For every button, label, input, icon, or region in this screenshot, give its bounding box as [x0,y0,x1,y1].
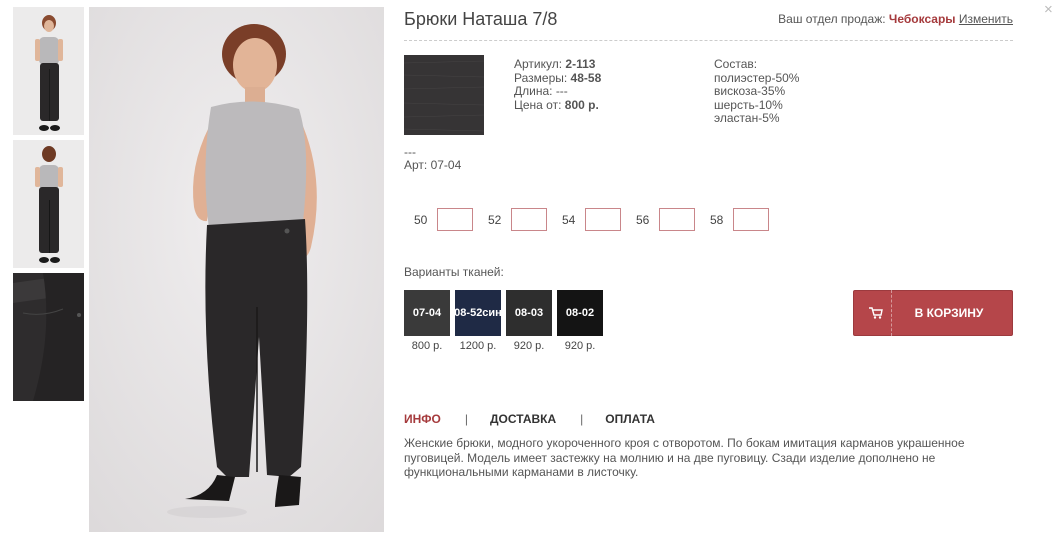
size-quantity-row: 50 52 54 56 58 [404,208,774,231]
composition-line: шерсть-10% [714,97,783,112]
product-title: Брюки Наташа 7/8 [404,9,558,29]
fabric-detail-image [13,273,84,401]
product-description: Женские брюки, модного укороченного кроя… [404,436,965,479]
composition-line: эластан-5% [714,111,780,125]
tab-separator: | [464,412,468,426]
size-label: 58 [710,212,724,227]
size-item: 56 [626,208,700,231]
size-label: 54 [562,212,576,227]
info-tabs: ИНФО | ДОСТАВКА | ОПЛАТА [404,412,655,426]
fabric-variant-swatch[interactable]: 08-52син [455,290,501,336]
selected-fabric-info: --- Арт: 07-04 [404,146,461,172]
fabric-variant[interactable]: 08-52син 1200 р. [455,290,501,352]
size-label: 50 [414,212,428,227]
tab-delivery[interactable]: ДОСТАВКА [490,412,556,426]
tab-separator: | [580,412,584,426]
composition-label: Состав: [714,57,758,71]
spec-length: Длина: --- [514,84,568,98]
fabric-variant-price: 920 р. [564,340,596,352]
size-item: 50 [404,208,478,231]
size-quantity-input[interactable] [659,208,695,231]
tab-payment[interactable]: ОПЛАТА [605,412,655,426]
fabric-variant-price: 1200 р. [459,340,497,352]
composition-line: вискоза-35% [714,84,786,98]
close-icon[interactable]: × [1044,2,1060,18]
fabric-variant-price: 800 р. [411,340,443,352]
thumbnail-back[interactable] [13,140,84,268]
selected-fabric-art: Арт: 07-04 [404,158,462,172]
cart-icon [860,290,892,336]
model-main-image [89,7,384,532]
fabric-variant-swatch[interactable]: 08-02 [557,290,603,336]
tab-info[interactable]: ИНФО [404,412,441,426]
size-quantity-input[interactable] [733,208,769,231]
spec-article: Артикул: 2-113 [514,57,596,71]
model-front-image [13,7,84,135]
header-divider [404,40,1013,41]
region-city: Чебоксары [888,12,956,26]
fabric-variant[interactable]: 08-02 920 р. [557,290,603,352]
spec-sizes: Размеры: 48-58 [514,70,602,85]
add-to-cart-button[interactable]: В КОРЗИНУ [853,290,1013,336]
fabric-variant-swatch[interactable]: 08-03 [506,290,552,336]
fabric-variants-title: Варианты тканей: [404,265,504,279]
sales-region: Ваш отдел продаж: Чебоксары Изменить [778,12,1013,26]
add-to-cart-label: В КОРЗИНУ [914,306,984,320]
fabric-variant[interactable]: 07-04 800 р. [404,290,450,352]
model-back-image [13,140,84,268]
size-quantity-input[interactable] [511,208,547,231]
product-specs: Артикул: 2-113 Размеры: 48-58 Длина: ---… [514,57,602,112]
size-item: 58 [700,208,774,231]
size-quantity-input[interactable] [437,208,473,231]
fabric-variant-price: 920 р. [513,340,545,352]
thumbnail-detail[interactable] [13,273,84,401]
composition-line: полиэстер-50% [714,70,800,85]
fabric-texture-image [404,55,484,135]
fabric-swatch [404,55,484,135]
fabric-variant[interactable]: 08-03 920 р. [506,290,552,352]
composition: Состав: полиэстер-50% вискоза-35% шерсть… [714,57,800,126]
fabric-variant-swatch[interactable]: 07-04 [404,290,450,336]
main-product-photo [89,7,384,532]
spec-price: Цена от: 800 р. [514,97,599,112]
size-label: 52 [488,212,502,227]
thumbnail-front[interactable] [13,7,84,135]
region-label: Ваш отдел продаж: [778,12,886,26]
size-item: 52 [478,208,552,231]
size-item: 54 [552,208,626,231]
size-quantity-input[interactable] [585,208,621,231]
change-region-link[interactable]: Изменить [959,12,1013,26]
size-label: 56 [636,212,650,227]
fabric-variants: 07-04 800 р. 08-52син 1200 р. 08-03 920 … [404,290,608,352]
